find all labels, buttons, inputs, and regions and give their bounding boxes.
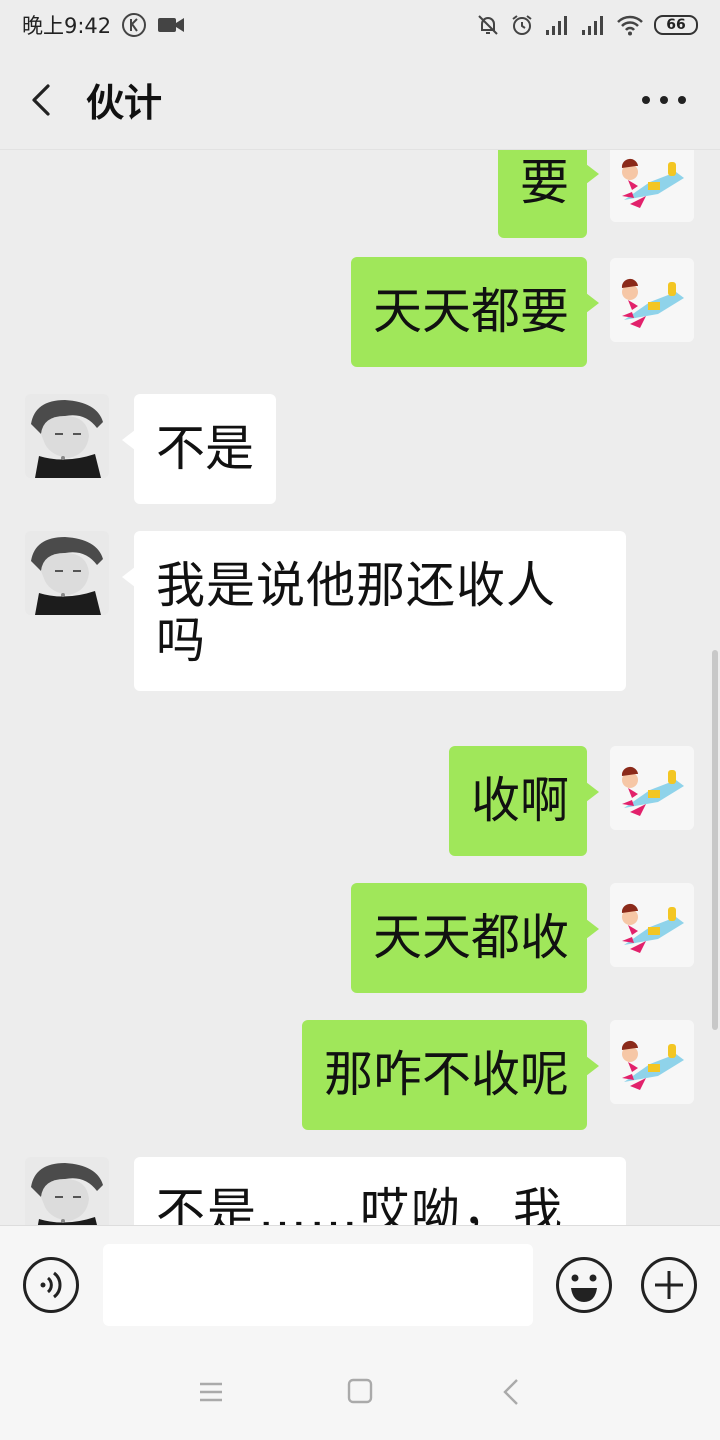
avatar-self[interactable] — [610, 150, 694, 222]
signal-icon — [582, 16, 603, 35]
mute-bell-icon — [478, 15, 498, 35]
message-bubble-self[interactable]: 收啊 — [448, 746, 600, 856]
message-bubble-self[interactable]: 天天都收 — [350, 883, 600, 993]
emoji-icon[interactable] — [555, 1256, 613, 1314]
alarm-icon — [512, 15, 532, 35]
more-dots-icon[interactable] — [636, 86, 692, 114]
voice-icon[interactable] — [22, 1256, 80, 1314]
status-time: 晚上9:42 — [22, 14, 112, 38]
chat-message-list[interactable]: 要 天天都要 不是 我是说他那还收人吗 收啊 天天都收 那咋不收呢 不是……哎呦… — [0, 150, 720, 1225]
plus-icon[interactable] — [640, 1256, 698, 1314]
avatar-friend[interactable] — [25, 531, 109, 615]
scrollbar[interactable] — [712, 650, 718, 1030]
message-bubble-self[interactable]: 天天都要 — [350, 257, 600, 367]
chat-header: 伙计 — [0, 50, 720, 150]
battery-icon: 66 — [654, 15, 698, 35]
avatar-self[interactable] — [610, 1020, 694, 1104]
status-bar: 晚上9:42 66 — [0, 0, 720, 50]
wifi-icon — [617, 15, 643, 36]
status-left: 晚上9:42 — [22, 10, 185, 40]
signal-icon — [546, 16, 567, 35]
message-bubble-self[interactable]: 那咋不收呢 — [301, 1020, 600, 1130]
video-icon — [158, 18, 185, 32]
menu-icon[interactable] — [198, 1380, 224, 1404]
message-bubble-self[interactable]: 要 — [497, 150, 600, 238]
message-bubble-friend[interactable]: 不是……哎呦，我是 — [134, 1157, 626, 1225]
home-square-icon[interactable] — [347, 1378, 373, 1404]
avatar-friend[interactable] — [25, 1157, 109, 1225]
system-nav-bar — [0, 1344, 720, 1440]
avatar-self[interactable] — [610, 883, 694, 967]
page-title: 伙计 — [86, 81, 163, 125]
status-right: 66 — [476, 13, 698, 37]
message-bubble-friend[interactable]: 不是 — [121, 394, 277, 504]
message-input[interactable] — [103, 1244, 533, 1326]
chevron-left-icon[interactable] — [20, 78, 64, 122]
message-bubble-friend[interactable]: 我是说他那还收人吗 — [122, 531, 626, 691]
avatar-friend[interactable] — [25, 394, 109, 478]
avatar-self[interactable] — [610, 746, 694, 830]
avatar-self[interactable] — [610, 258, 694, 342]
back-triangle-icon[interactable] — [500, 1377, 522, 1407]
k-circle-icon — [122, 13, 147, 37]
input-bar — [0, 1225, 720, 1344]
